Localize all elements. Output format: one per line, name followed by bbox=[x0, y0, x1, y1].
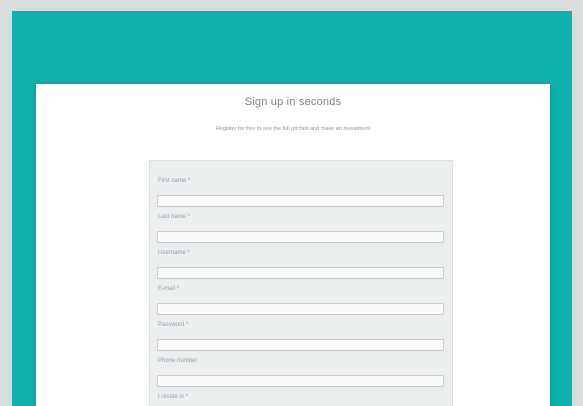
phone-number-input[interactable] bbox=[157, 375, 444, 387]
page-title: Sign up in seconds bbox=[244, 96, 342, 108]
signup-form: First name * Last name * Username * E-ma… bbox=[149, 160, 453, 406]
email-input[interactable] bbox=[157, 303, 444, 315]
page-subtitle: Register for free to see the full pitche… bbox=[215, 126, 371, 132]
username-input[interactable] bbox=[157, 267, 444, 279]
phone-number-label: Phone number bbox=[158, 358, 198, 364]
first-name-input[interactable] bbox=[157, 195, 444, 207]
email-label: E-mail * bbox=[158, 286, 180, 292]
password-label: Password * bbox=[158, 322, 189, 328]
first-name-label: First name * bbox=[158, 178, 191, 184]
residence-label: I reside in * bbox=[158, 394, 189, 400]
page: Sign up in seconds Register for free to … bbox=[0, 0, 583, 406]
username-label: Username * bbox=[158, 250, 190, 256]
last-name-label: Last name * bbox=[158, 214, 191, 220]
signup-card: Sign up in seconds Register for free to … bbox=[36, 84, 550, 406]
password-input[interactable] bbox=[157, 339, 444, 351]
last-name-input[interactable] bbox=[157, 231, 444, 243]
